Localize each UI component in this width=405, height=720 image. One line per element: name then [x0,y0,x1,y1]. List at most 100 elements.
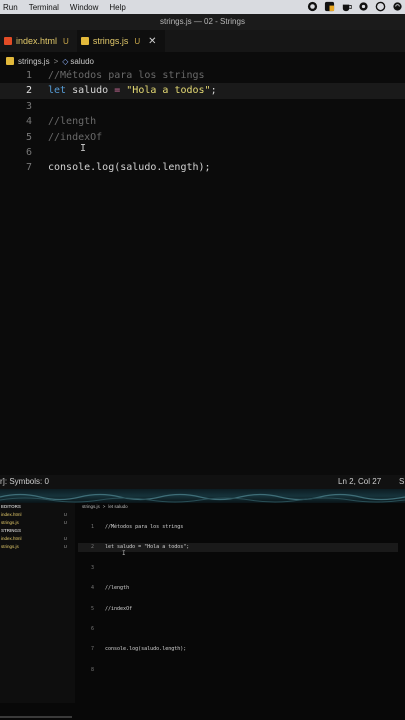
mini-file-flag: U [63,512,67,517]
code-line[interactable]: 3 [0,99,405,114]
code-line[interactable]: 1 //Métodos para los strings [0,68,405,83]
mini-line-number: 6 [90,625,94,632]
mini-code-line: 7 console.log(saludo.length); [78,645,398,653]
untracked-flag: U [63,36,69,46]
string-token: "Hola a todos" [120,85,211,97]
code-editor[interactable]: 1 //Métodos para los strings 2 let salud… [0,68,405,176]
variable-icon: ◇ [62,56,69,66]
line-text: console.log(saludo.length); [48,162,211,174]
window-title: strings.js — 02 - Strings [0,14,405,30]
mini-breadcrumb-separator: > [102,504,106,509]
tab-index-html[interactable]: index.html U [0,30,77,52]
mini-file-flag: U [63,536,67,541]
line-text: //length [48,116,97,128]
tab-label: strings.js [92,36,129,46]
menu-bar: Run Terminal Window Help [0,0,405,14]
mini-breadcrumb-symbol[interactable]: let saludo [108,504,127,509]
warning-icon[interactable] [324,1,335,12]
mini-breadcrumb-file[interactable]: strings.js [82,504,100,509]
line-number: 1 [25,70,32,81]
code-line[interactable]: 6 [0,145,405,160]
js-file-icon [80,37,89,45]
breadcrumb: strings.js > ◇ saludo [0,54,94,68]
js-file-icon [6,57,14,65]
mini-section-editors[interactable]: EDITORS [0,503,75,511]
mini-file-flag: U [63,544,67,549]
line-number: 2 [25,85,32,97]
identifier-token: saludo [66,85,115,97]
mini-code-line: 8 [78,666,398,674]
mini-file-item[interactable]: index.html U [0,535,75,543]
mini-open-editor[interactable]: strings.js U [0,519,75,527]
mini-editor-preview: EDITORS index.html U strings.js U STRINGS … [0,503,405,720]
status-cursor-position[interactable]: Ln 2, Col 27 [338,477,381,486]
html-file-icon [4,37,12,45]
system-tray [307,1,403,12]
mini-line-number: 7 [90,646,94,653]
mini-mouse-cursor-icon: I [122,550,126,557]
mini-line-text: console.log(saludo.length); [105,646,187,653]
mini-file-name: strings.js [1,544,19,549]
gear-icon[interactable] [358,1,369,12]
coffee-icon[interactable] [341,1,352,12]
mini-code-line: 5 //indexOf [78,605,398,613]
mini-code-line: 2 let saludo = "Hola a todos"; [78,543,398,552]
mini-line-number: 1 [90,524,94,530]
menu-terminal[interactable]: Terminal [26,3,67,12]
menu-window[interactable]: Window [67,3,106,12]
mini-line-number: 5 [90,605,94,612]
mini-line-text: let saludo = "Hola a todos"; [105,544,190,551]
mini-line-number: 8 [90,666,94,673]
status-symbols[interactable]: r]: Symbols: 0 [0,477,49,486]
mini-file-name: index.html [1,536,22,541]
breadcrumb-file[interactable]: strings.js [18,57,50,66]
mini-line-text: //Métodos para los strings [105,524,184,530]
mini-code-line: 3 [78,564,398,572]
mini-file-name: strings.js [1,520,19,525]
mini-line-number: 3 [90,564,94,571]
mini-open-editor[interactable]: index.html U [0,511,75,519]
mini-code-editor: 1 //Métodos para los strings 2 let saludo … [78,511,398,686]
keyword-token: let [48,85,67,97]
line-number: 7 [25,162,32,174]
breadcrumb-symbol[interactable]: saludo [70,57,94,66]
bottom-divider [0,716,72,718]
tab-strings-js[interactable]: strings.js U ✕ [76,30,165,52]
mini-sidebar: EDITORS index.html U strings.js U STRINGS … [0,503,75,703]
line-number: 4 [25,116,32,128]
mini-code-line: 1 //Métodos para los strings [78,523,398,531]
mouse-cursor-icon: I [80,143,87,154]
record-icon[interactable] [307,1,318,12]
tab-bar: index.html U strings.js U ✕ [0,30,405,52]
untracked-flag: U [134,36,141,46]
status-edge-text[interactable]: S [399,477,404,486]
code-line[interactable]: 5 //indexOf [0,130,405,145]
breadcrumb-separator: > [53,56,59,66]
mini-file-name: index.html [1,512,22,517]
mini-breadcrumb: strings.js > let saludo [82,504,128,509]
menu-help[interactable]: Help [106,3,133,12]
code-line[interactable]: 7 console.log(saludo.length); [0,160,405,175]
status-bar: r]: Symbols: 0 Ln 2, Col 27 S [0,475,405,489]
semicolon-token: ; [210,85,217,97]
menu-run[interactable]: Run [0,3,26,12]
circle-icon[interactable] [375,1,386,12]
mini-file-flag: U [63,520,67,525]
code-line-current[interactable]: 2 let saludo = "Hola a todos"; [0,83,405,99]
mini-file-item[interactable]: strings.js U [0,543,75,551]
line-text: let saludo = "Hola a todos"; [48,83,217,98]
mini-code-line: 6 [78,625,398,633]
mini-code-line: 4 //length [78,584,398,592]
line-text: //Métodos para los strings [48,70,205,81]
tab-label: index.html [16,36,58,46]
line-number: 3 [25,100,32,112]
mini-line-text: //length [105,585,130,592]
line-number: 5 [25,131,32,143]
swirl-icon[interactable] [392,1,403,12]
close-icon[interactable]: ✕ [148,36,156,47]
wave-decoration [0,493,405,503]
ocean-wave-strip [0,489,405,503]
code-line[interactable]: 4 //length [0,114,405,129]
mini-section-project[interactable]: STRINGS [0,527,75,535]
mini-line-number: 2 [90,544,94,551]
